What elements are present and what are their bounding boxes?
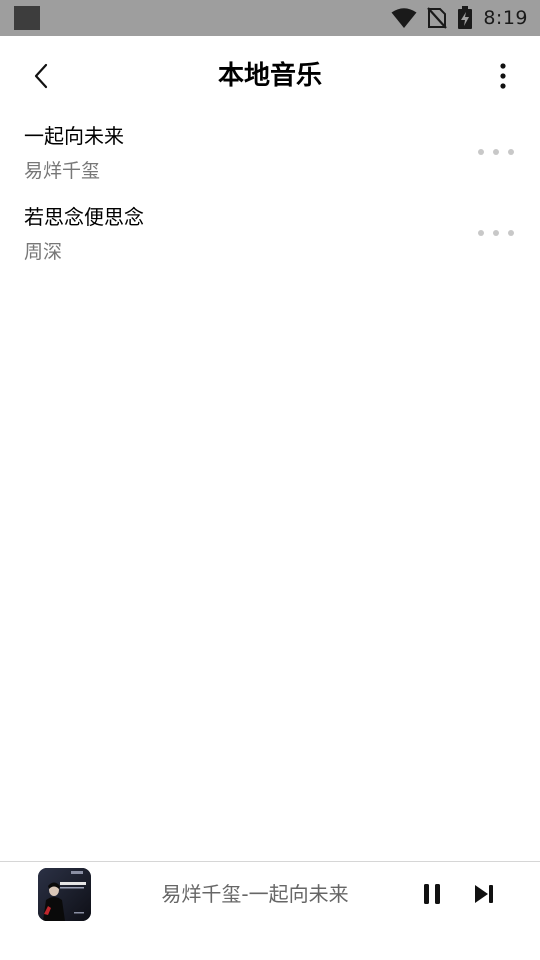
header: 本地音乐 — [0, 36, 540, 116]
battery-charging-icon — [457, 6, 473, 30]
app-notification-icon — [14, 6, 40, 30]
pause-button[interactable] — [418, 882, 446, 910]
screen: 8:19 本地音乐 一起向未来 易烊千玺 若思念便思念 周深 易烊千玺-一起向未… — [0, 0, 540, 960]
song-title: 若思念便思念 — [24, 205, 144, 229]
no-sim-icon — [427, 7, 448, 29]
song-more-button[interactable] — [478, 221, 514, 245]
pause-icon — [422, 883, 442, 909]
more-horizontal-icon — [478, 230, 484, 236]
album-art[interactable] — [38, 868, 91, 921]
wifi-icon — [391, 7, 417, 29]
now-playing-text[interactable]: 易烊千玺-一起向未来 — [130, 880, 380, 908]
status-time: 8:19 — [483, 7, 528, 29]
status-icons: 8:19 — [391, 0, 528, 36]
song-artist: 周深 — [24, 241, 63, 263]
song-artist: 易烊千玺 — [24, 160, 101, 182]
more-horizontal-icon — [478, 149, 484, 155]
song-more-button[interactable] — [478, 140, 514, 164]
song-title: 一起向未来 — [24, 124, 124, 148]
next-track-button[interactable] — [470, 882, 498, 910]
more-options-button[interactable] — [488, 58, 518, 98]
mini-player: 易烊千玺-一起向未来 — [0, 861, 540, 960]
skip-next-icon — [473, 884, 495, 908]
more-vertical-icon — [499, 62, 507, 94]
song-item[interactable]: 若思念便思念 周深 — [0, 197, 540, 278]
page-title: 本地音乐 — [217, 61, 322, 91]
song-item[interactable]: 一起向未来 易烊千玺 — [0, 116, 540, 197]
status-bar: 8:19 — [0, 0, 540, 36]
song-list: 一起向未来 易烊千玺 若思念便思念 周深 — [0, 116, 540, 278]
